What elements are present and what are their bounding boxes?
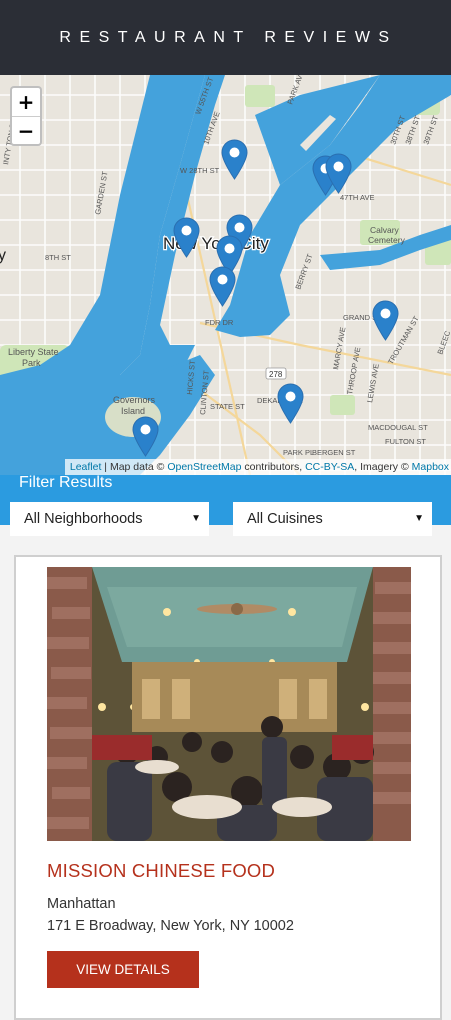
svg-text:W 28TH ST: W 28TH ST [180,166,220,175]
restaurant-card: MISSION CHINESE FOOD Manhattan 171 E Bro… [14,555,442,1020]
map-attribution: Leaflet | Map data © OpenStreetMap contr… [64,459,451,475]
map-marker-icon[interactable] [173,217,200,258]
site-header: RESTAURANT REVIEWS [0,0,451,75]
cuisines-selected-value: All Cuisines [247,511,323,527]
chevron-down-icon: ▼ [414,513,424,524]
map-marker-icon[interactable] [209,266,236,307]
svg-text:PARK PL: PARK PL [283,448,314,457]
leaflet-link[interactable]: Leaflet [70,461,102,473]
cuisines-select[interactable]: All Cuisines ▼ [233,502,432,536]
filter-section: Filter Results All Neighborhoods ▼ All C… [0,474,451,536]
restaurant-name: MISSION CHINESE FOOD [47,860,276,881]
svg-text:FULTON ST: FULTON ST [385,437,426,446]
osm-link[interactable]: OpenStreetMap [167,461,241,473]
attribution-map-data: | Map data © [101,461,168,473]
restaurant-map[interactable]: W 55TH ST 10TH AVE W 28TH ST PARK AV 8TH… [0,75,451,475]
svg-text:y: y [0,247,6,264]
svg-text:STATE ST: STATE ST [210,402,245,411]
svg-text:FDR DR: FDR DR [205,318,234,327]
neighborhoods-select[interactable]: All Neighborhoods ▼ [10,502,209,536]
zoom-in-button[interactable]: + [12,88,40,116]
view-details-button[interactable]: VIEW DETAILS [47,951,199,988]
neighborhoods-selected-value: All Neighborhoods [24,511,143,527]
mapbox-link[interactable]: Mapbox [412,461,449,473]
svg-text:Calvary: Calvary [370,225,400,235]
filter-title: Filter Results [19,474,113,491]
svg-text:MACDOUGAL ST: MACDOUGAL ST [368,423,428,432]
map-marker-icon[interactable] [325,153,352,194]
map-marker-icon[interactable] [277,383,304,424]
attribution-imagery: , Imagery © [354,461,412,473]
chevron-down-icon: ▼ [191,513,201,524]
svg-text:Liberty State: Liberty State [8,347,59,357]
svg-text:8TH ST: 8TH ST [45,253,71,262]
restaurant-photo [47,567,411,841]
svg-text:278: 278 [269,370,283,379]
zoom-out-button[interactable]: − [12,116,40,144]
svg-text:47TH AVE: 47TH AVE [340,193,374,202]
site-title: RESTAURANT REVIEWS [59,28,398,46]
map-marker-icon[interactable] [372,300,399,341]
license-link[interactable]: CC-BY-SA [305,461,354,473]
svg-text:BERGEN ST: BERGEN ST [312,448,356,457]
attribution-contributors: contributors, [241,461,306,473]
restaurant-neighborhood: Manhattan [47,896,116,912]
map-marker-icon[interactable] [132,416,159,457]
svg-text:Governors: Governors [113,395,156,405]
svg-text:Park: Park [22,358,41,368]
map-marker-icon[interactable] [221,139,248,180]
zoom-control: + − [10,86,42,146]
svg-text:Island: Island [121,406,145,416]
svg-text:Cemetery: Cemetery [368,235,406,245]
restaurant-address: 171 E Broadway, New York, NY 10002 [47,918,294,934]
